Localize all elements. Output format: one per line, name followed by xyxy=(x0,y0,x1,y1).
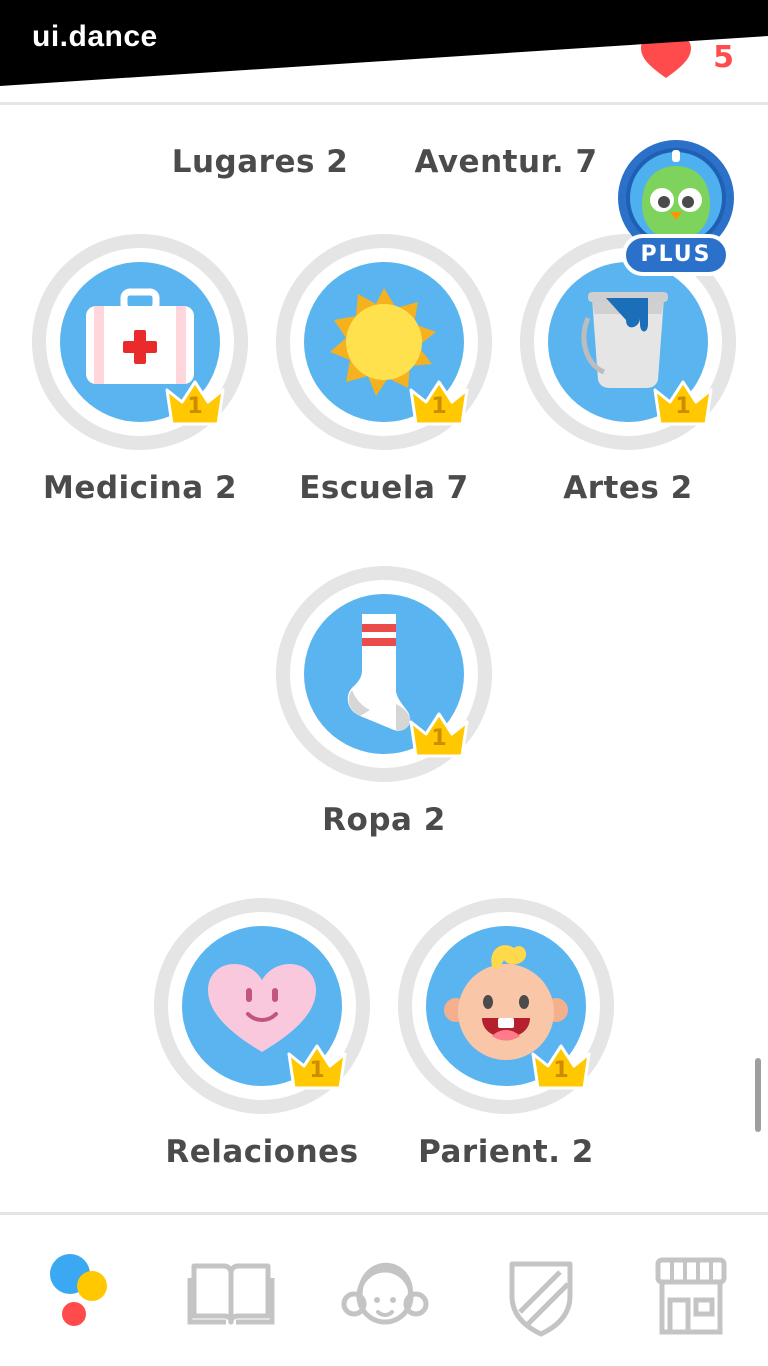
skill-label-lugares[interactable]: Lugares 2 xyxy=(140,144,380,180)
nav-profile[interactable] xyxy=(340,1252,430,1342)
crown-level: 1 xyxy=(431,726,447,751)
skill-label: Relaciones xyxy=(165,1134,359,1170)
skill-label-aventuras[interactable]: Aventur. 7 xyxy=(386,144,626,180)
skill-label: Artes 2 xyxy=(563,470,693,506)
plus-label: PLUS xyxy=(622,234,730,276)
crown-level: 1 xyxy=(309,1058,325,1083)
watermark-banner: ui.dance xyxy=(0,0,768,86)
crown-level: 1 xyxy=(187,394,203,419)
crown-icon: 1 xyxy=(408,378,470,428)
skill-label: Escuela 7 xyxy=(299,470,469,506)
shield-icon xyxy=(509,1261,573,1337)
skill-label: Ropa 2 xyxy=(322,802,446,838)
nav-leagues[interactable] xyxy=(496,1252,586,1342)
skill-label: Medicina 2 xyxy=(42,470,238,506)
avatar-icon xyxy=(341,1262,429,1325)
skill-label: Parient. 2 xyxy=(418,1134,594,1170)
learn-dots-icon xyxy=(50,1254,107,1326)
crown-icon: 1 xyxy=(652,378,714,428)
nav-learn[interactable] xyxy=(36,1252,126,1342)
crown-icon: 1 xyxy=(286,1042,348,1092)
bottom-divider xyxy=(0,1212,768,1215)
crown-icon: 1 xyxy=(408,710,470,760)
shop-icon xyxy=(655,1257,727,1335)
bottom-nav xyxy=(0,1212,768,1366)
crown-level: 1 xyxy=(431,394,447,419)
plus-badge[interactable]: PLUS xyxy=(614,138,738,284)
crown-icon: 1 xyxy=(164,378,226,428)
banner-text: ui.dance xyxy=(32,20,158,53)
book-icon xyxy=(187,1263,275,1325)
crown-icon: 1 xyxy=(530,1042,592,1092)
crown-level: 1 xyxy=(675,394,691,419)
nav-shop[interactable] xyxy=(646,1252,736,1342)
nav-stories[interactable] xyxy=(186,1252,276,1342)
top-divider xyxy=(0,102,768,105)
crown-level: 1 xyxy=(553,1058,569,1083)
scrollbar[interactable] xyxy=(755,1058,761,1132)
